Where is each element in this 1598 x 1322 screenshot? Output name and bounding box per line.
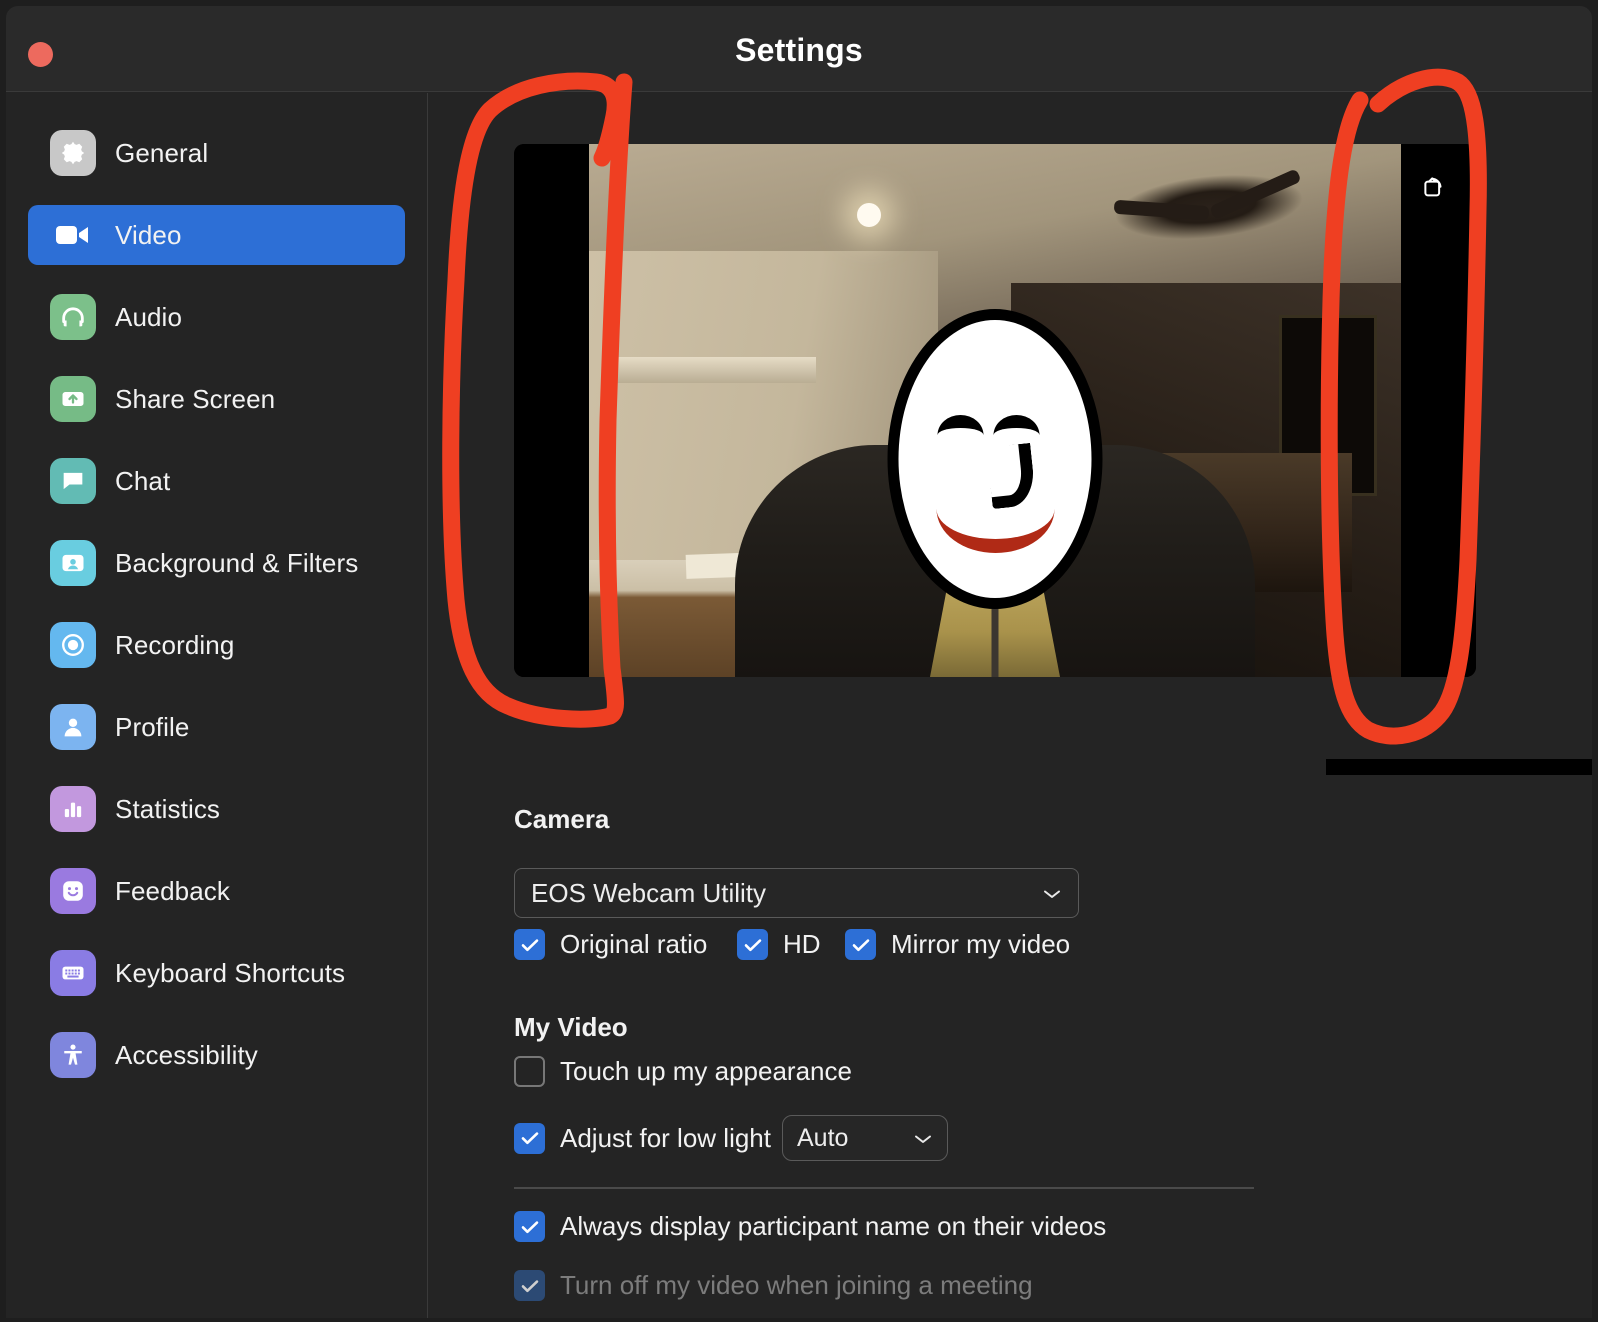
settings-window-root: Settings General Video Audio Share Scree…	[0, 0, 1598, 1322]
checkbox-checked-icon[interactable]	[737, 929, 768, 960]
sidebar-item-label: Recording	[115, 629, 235, 660]
sidebar-item-general[interactable]: General	[28, 123, 405, 183]
sidebar-item-label: Keyboard Shortcuts	[115, 957, 346, 988]
eyebrow-left	[937, 414, 984, 435]
sidebar-item-label: Share Screen	[115, 383, 276, 414]
sidebar-item-recording[interactable]: Recording	[28, 615, 405, 675]
ceiling-light	[856, 202, 881, 227]
mouth	[936, 509, 1054, 554]
eyebrow-right	[993, 414, 1040, 435]
checkbox-label: Always display participant name on their…	[560, 1211, 1107, 1241]
checkbox-label: Adjust for low light	[560, 1122, 771, 1153]
adjust-low-light-checkbox-row[interactable]: Adjust for low light Auto	[514, 1115, 948, 1161]
turn-off-video-on-join-checkbox-row: Turn off my video when joining a meeting	[514, 1270, 1033, 1301]
section-divider	[514, 1187, 1254, 1189]
room-shelf	[605, 357, 817, 384]
camera-section-heading: Camera	[514, 804, 610, 834]
checkbox-checked-icon[interactable]	[514, 929, 545, 960]
checkbox-label: Mirror my video	[891, 929, 1071, 959]
titlebar: Settings	[6, 6, 1592, 92]
gear-icon	[50, 130, 96, 176]
overlay-black-bar	[1326, 759, 1592, 775]
sidebar-item-share-screen[interactable]: Share Screen	[28, 369, 405, 429]
mirror-video-checkbox-row[interactable]: Mirror my video	[845, 929, 1070, 960]
sidebar-item-label: General	[115, 137, 209, 168]
smiley-icon	[50, 868, 96, 914]
sidebar-item-background-filters[interactable]: Background & Filters	[28, 533, 405, 593]
person-frame-icon	[50, 540, 96, 586]
nose	[986, 443, 1037, 510]
accessibility-icon	[50, 1032, 96, 1078]
settings-window: Settings General Video Audio Share Scree…	[6, 6, 1592, 1318]
checkbox-checked-icon[interactable]	[514, 1122, 545, 1154]
keyboard-icon	[50, 950, 96, 996]
video-camera-icon	[50, 212, 96, 258]
my-video-section-heading: My Video	[514, 1012, 628, 1042]
hd-checkbox-row[interactable]: HD	[737, 929, 821, 960]
checkbox-label: Original ratio	[560, 929, 708, 959]
sidebar-item-keyboard-shortcuts[interactable]: Keyboard Shortcuts	[28, 943, 405, 1003]
sidebar-item-accessibility[interactable]: Accessibility	[28, 1025, 405, 1085]
video-preview[interactable]	[514, 144, 1476, 677]
checkbox-checked-disabled-icon	[514, 1270, 545, 1301]
original-ratio-checkbox-row[interactable]: Original ratio	[514, 929, 707, 960]
sidebar-item-label: Feedback	[115, 875, 230, 906]
sidebar-item-chat[interactable]: Chat	[28, 451, 405, 511]
sidebar-item-label: Audio	[115, 301, 182, 332]
chat-bubble-icon	[50, 458, 96, 504]
chevron-down-icon	[1042, 887, 1062, 899]
share-screen-icon	[50, 376, 96, 422]
person-icon	[50, 704, 96, 750]
bar-chart-icon	[50, 786, 96, 832]
video-settings-panel: Camera EOS Webcam Utility Original ratio…	[429, 93, 1592, 1318]
checkbox-label: HD	[783, 929, 821, 959]
sidebar-item-profile[interactable]: Profile	[28, 697, 405, 757]
sidebar-item-feedback[interactable]: Feedback	[28, 861, 405, 921]
checkbox-unchecked-icon[interactable]	[514, 1056, 545, 1087]
pillarbox-left	[514, 144, 589, 677]
sidebar-item-audio[interactable]: Audio	[28, 287, 405, 347]
sidebar-item-label: Statistics	[115, 793, 221, 824]
sidebar-item-label: Profile	[115, 711, 190, 742]
sidebar-item-label: Background & Filters	[115, 547, 359, 578]
chevron-down-icon	[913, 1132, 933, 1144]
rotate-camera-icon[interactable]	[1416, 166, 1456, 206]
camera-device-select[interactable]: EOS Webcam Utility	[514, 868, 1079, 918]
checkbox-checked-icon[interactable]	[514, 1211, 545, 1242]
sidebar-item-video[interactable]: Video	[28, 205, 405, 265]
checkbox-label: Turn off my video when joining a meeting	[560, 1270, 1033, 1300]
camera-feed-image	[589, 144, 1401, 677]
low-light-mode-select[interactable]: Auto	[781, 1115, 948, 1161]
sidebar-item-label: Chat	[115, 465, 171, 496]
record-circle-icon	[50, 622, 96, 668]
camera-device-value: EOS Webcam Utility	[531, 877, 767, 908]
headphones-icon	[50, 294, 96, 340]
page-title: Settings	[735, 32, 863, 68]
checkbox-checked-icon[interactable]	[845, 929, 876, 960]
sidebar-item-label: Video	[115, 219, 182, 250]
low-light-mode-value: Auto	[796, 1123, 849, 1152]
sidebar-item-statistics[interactable]: Statistics	[28, 779, 405, 839]
sidebar-item-label: Accessibility	[115, 1039, 258, 1070]
touch-up-appearance-checkbox-row[interactable]: Touch up my appearance	[514, 1056, 852, 1087]
settings-sidebar: General Video Audio Share Screen Chat Ba…	[6, 93, 428, 1318]
pillarbox-right	[1401, 144, 1476, 677]
checkbox-label: Touch up my appearance	[560, 1056, 852, 1086]
display-participant-name-checkbox-row[interactable]: Always display participant name on their…	[514, 1211, 1106, 1242]
face-overlay-doodle	[887, 309, 1103, 610]
